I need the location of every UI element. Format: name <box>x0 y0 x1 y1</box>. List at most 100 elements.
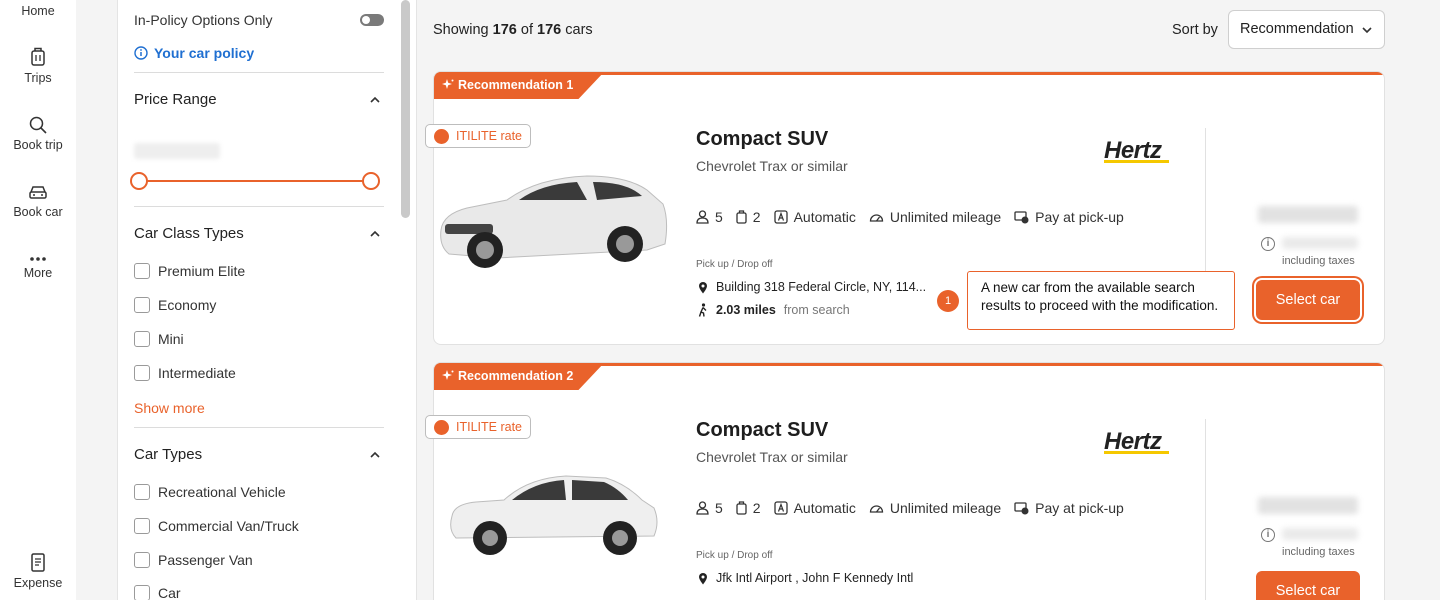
results-count: Showing 176 of 176 cars <box>433 22 593 38</box>
nav-trips-label: Trips <box>24 71 52 85</box>
checkbox[interactable] <box>134 365 150 381</box>
itilite-logo-icon <box>434 420 449 435</box>
feature-seats: 5 <box>696 500 723 516</box>
filters-scrollbar[interactable] <box>401 0 410 218</box>
chevron-up-icon[interactable] <box>370 229 380 239</box>
mileage-value: Unlimited mileage <box>889 500 1002 516</box>
itilite-rate-badge: ITILITE rate <box>425 124 531 148</box>
car-class-option[interactable]: Premium Elite <box>134 263 245 279</box>
speedometer-icon <box>869 214 883 222</box>
price-slider-track[interactable] <box>139 180 372 182</box>
car-type-option[interactable]: Passenger Van <box>134 552 253 568</box>
checkbox[interactable] <box>134 263 150 279</box>
nav-trips[interactable]: Trips <box>0 47 76 85</box>
mileage-value: Unlimited mileage <box>889 209 1002 225</box>
chevron-up-icon[interactable] <box>370 95 380 105</box>
pickup-label: Pick up / Drop off <box>696 550 773 561</box>
sort-dropdown[interactable]: Recommendation <box>1228 10 1385 49</box>
nav-home[interactable]: Home <box>0 4 76 18</box>
recommendation-tag-label: Recommendation 2 <box>458 369 574 383</box>
nav-book-car[interactable]: Book car <box>0 185 76 219</box>
car-type-option[interactable]: Car <box>134 585 181 600</box>
info-icon[interactable]: i <box>1261 237 1275 251</box>
nav-more-label: More <box>23 266 53 280</box>
sparkle-icon <box>442 79 454 89</box>
pickup-label: Pick up / Drop off <box>696 259 773 270</box>
filters-panel: In-Policy Options Only Your car policy P… <box>117 0 417 600</box>
in-policy-toggle[interactable] <box>360 14 384 26</box>
results-of: of <box>520 22 533 38</box>
car-type-option[interactable]: Recreational Vehicle <box>134 484 286 500</box>
luggage-icon <box>736 210 747 224</box>
transmission-value: Automatic <box>793 209 856 225</box>
more-dots-icon <box>30 257 46 261</box>
speedometer-icon <box>869 505 883 513</box>
car-class-option-label: Mini <box>158 331 184 347</box>
pickup-address: Jfk Intl Airport , John F Kennedy Intl <box>716 571 914 585</box>
walking-icon <box>698 303 707 317</box>
feature-seats: 5 <box>696 209 723 225</box>
feature-payment: Pay at pick-up <box>1014 500 1124 516</box>
car-title: Compact SUV <box>696 419 829 441</box>
recommendation-tag: Recommendation 1 <box>434 72 604 99</box>
pickup-location: Jfk Intl Airport , John F Kennedy Intl <box>698 571 913 585</box>
sort-value: Recommendation <box>1240 21 1354 37</box>
price-slider-min-handle[interactable] <box>130 172 148 190</box>
car-class-option[interactable]: Economy <box>134 297 216 313</box>
distance-value: 2.03 miles <box>716 303 776 317</box>
taxes-note: including taxes <box>1282 546 1355 558</box>
pickup-address: Building 318 Federal Circle, NY, 114... <box>716 280 927 294</box>
car-type-option-label: Commercial Van/Truck <box>158 518 299 534</box>
info-icon[interactable]: i <box>1261 528 1275 542</box>
price-per-day <box>1282 237 1358 249</box>
show-more-link[interactable]: Show more <box>134 400 205 416</box>
price-per-day <box>1282 528 1358 540</box>
person-icon <box>696 210 709 224</box>
divider <box>134 206 384 207</box>
sort-label: Sort by <box>1172 22 1218 38</box>
checkbox[interactable] <box>134 585 150 600</box>
checkbox[interactable] <box>134 484 150 500</box>
feature-payment: Pay at pick-up <box>1014 209 1124 225</box>
car-class-option[interactable]: Mini <box>134 331 184 347</box>
results-total: 176 <box>537 22 562 38</box>
car-policy-link[interactable]: Your car policy <box>134 45 254 61</box>
left-nav: Home Trips Book trip Book car More Expen… <box>0 0 76 600</box>
bags-value: 2 <box>752 209 761 225</box>
select-car-button[interactable]: Select car <box>1256 571 1360 600</box>
price-range-title: Price Range <box>134 91 217 108</box>
checkbox[interactable] <box>134 552 150 568</box>
recommendation-tag: Recommendation 2 <box>434 363 604 390</box>
vendor-logo-underline <box>1104 160 1169 163</box>
automatic-icon <box>773 210 788 224</box>
search-icon <box>29 116 47 134</box>
car-image <box>450 475 658 555</box>
car-model: Chevrolet Trax or similar <box>696 158 848 174</box>
price-amount <box>1258 206 1358 223</box>
feature-bags: 2 <box>736 209 761 225</box>
nav-expense-label: Expense <box>13 576 63 590</box>
nav-book-trip[interactable]: Book trip <box>0 116 76 152</box>
chevron-down-icon <box>1362 27 1372 34</box>
car-types-title: Car Types <box>134 446 203 463</box>
location-pin-icon <box>699 572 707 584</box>
feature-mileage: Unlimited mileage <box>869 209 1001 225</box>
nav-expense[interactable]: Expense <box>0 553 76 590</box>
sparkle-icon <box>442 370 454 380</box>
car-class-option[interactable]: Intermediate <box>134 365 236 381</box>
callout-number: 1 <box>937 290 959 312</box>
recommendation-tag-label: Recommendation 1 <box>458 78 574 92</box>
nav-book-car-label: Book car <box>13 205 63 219</box>
nav-more[interactable]: More <box>0 256 76 280</box>
checkbox[interactable] <box>134 331 150 347</box>
car-class-option-label: Intermediate <box>158 365 236 381</box>
itilite-rate-label: ITILITE rate <box>456 129 522 143</box>
checkbox[interactable] <box>134 518 150 534</box>
chevron-up-icon[interactable] <box>370 450 380 460</box>
price-slider-max-handle[interactable] <box>362 172 380 190</box>
checkbox[interactable] <box>134 297 150 313</box>
car-type-option[interactable]: Commercial Van/Truck <box>134 518 299 534</box>
select-car-button[interactable]: Select car <box>1256 280 1360 320</box>
results-shown: 176 <box>492 22 517 38</box>
divider <box>134 72 384 73</box>
